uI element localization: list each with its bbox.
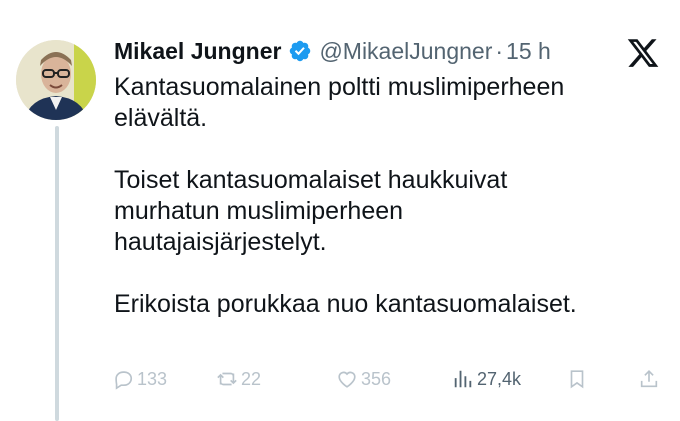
tweet-actions: 133 22 356 27,4k: [112, 368, 668, 396]
share-button[interactable]: [638, 368, 663, 390]
tweet-header: Mikael Jungner @MikaelJungner · 15 h: [114, 36, 551, 66]
retweet-count: 22: [241, 368, 262, 389]
avatar-photo: [16, 40, 96, 120]
share-icon: [640, 370, 658, 388]
tweet-paragraph: Erikoista porukkaa nuo kantasuomalaiset.: [114, 290, 577, 318]
thread-line: [55, 126, 59, 421]
bookmark-button[interactable]: [566, 368, 591, 390]
separator-dot: ·: [495, 38, 504, 64]
reply-button[interactable]: 133: [112, 368, 167, 390]
tweet-paragraph: Kantasuomalainen poltti muslimiperheen e…: [114, 73, 565, 132]
views-icon: [454, 370, 472, 388]
x-logo-icon[interactable]: [626, 36, 660, 70]
retweet-button[interactable]: 22: [216, 368, 261, 390]
bookmark-icon: [570, 370, 584, 389]
tweet-text: Kantasuomalainen poltti muslimiperheen e…: [114, 72, 654, 320]
views-count: 27,4k: [477, 368, 522, 389]
like-count: 356: [361, 368, 392, 389]
timestamp[interactable]: 15 h: [506, 36, 551, 66]
reply-icon: [115, 371, 133, 390]
retweet-icon: [217, 372, 237, 386]
tweet-paragraph: Toiset kantasuomalaiset haukkuivat murha…: [114, 166, 508, 256]
avatar[interactable]: [16, 40, 96, 120]
author-handle[interactable]: @MikaelJungner: [319, 36, 492, 66]
like-icon: [338, 371, 356, 388]
reply-count: 133: [137, 368, 168, 389]
views-button[interactable]: 27,4k: [452, 368, 521, 390]
like-button[interactable]: 356: [336, 368, 391, 390]
author-name[interactable]: Mikael Jungner: [114, 36, 281, 66]
verified-badge-icon: [290, 40, 311, 62]
